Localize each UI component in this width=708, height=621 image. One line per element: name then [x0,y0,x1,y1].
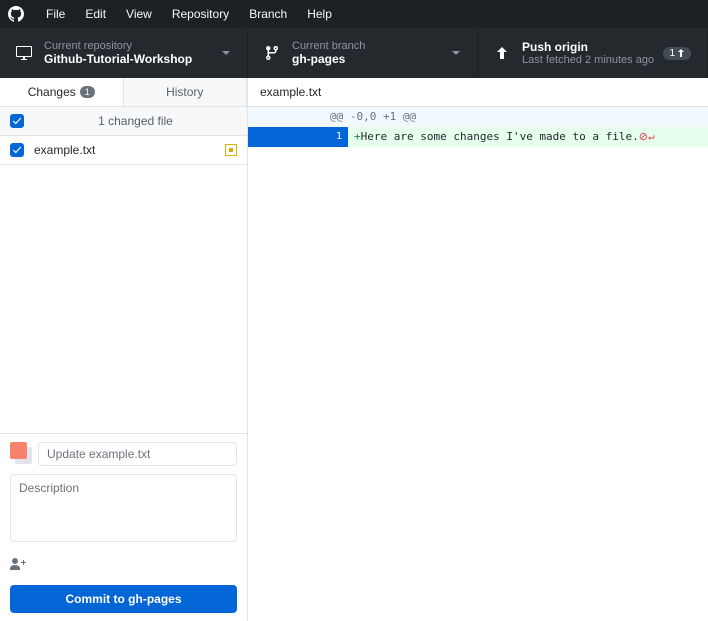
changed-files-summary: 1 changed file [34,114,237,128]
tab-changes[interactable]: Changes 1 [0,78,124,106]
menu-file[interactable]: File [36,7,75,21]
git-branch-icon [264,45,280,61]
file-checkbox[interactable] [10,143,24,157]
branch-label: Current branch [292,40,365,52]
push-label: Push origin [522,40,654,54]
commit-description-input[interactable] [10,474,237,542]
toolbar: Current repository Github-Tutorial-Works… [0,28,708,78]
desktop-icon [16,45,32,61]
tab-changes-label: Changes [28,85,76,99]
menu-edit[interactable]: Edit [75,7,116,21]
commit-button[interactable]: Commit to gh-pages [10,585,237,613]
return-icon: ↵ [648,130,655,143]
diff-sign: + [354,130,361,143]
menu-branch[interactable]: Branch [239,7,297,21]
arrow-up-small-icon [677,49,685,57]
check-icon [12,145,22,155]
caret-down-icon [451,48,461,58]
menu-help[interactable]: Help [297,7,342,21]
arrow-up-icon [494,45,510,61]
menu-view[interactable]: View [116,7,162,21]
changed-files-header: 1 changed file [0,107,247,136]
push-origin-button[interactable]: Push origin Last fetched 2 minutes ago 1 [478,28,708,78]
current-repository-dropdown[interactable]: Current repository Github-Tutorial-Works… [0,28,248,78]
repo-name: Github-Tutorial-Workshop [44,52,192,66]
menu-bar: File Edit View Repository Branch Help [0,0,708,28]
diff-line-added[interactable]: 1 +Here are some changes I've made to a … [248,127,708,147]
diff-body: @@ -0,0 +1 @@ 1 +Here are some changes I… [248,107,708,621]
diff-text: Here are some changes I've made to a fil… [361,130,639,143]
diff-pane: example.txt @@ -0,0 +1 @@ 1 +Here are so… [248,78,708,621]
sidebar-tabs: Changes 1 History [0,78,247,107]
github-logo-icon [8,6,24,22]
select-all-checkbox[interactable] [10,114,24,128]
repo-label: Current repository [44,40,192,52]
files-list: example.txt [0,136,247,433]
file-item[interactable]: example.txt [0,136,247,165]
no-newline-icon: ⊘ [639,131,648,143]
branch-name: gh-pages [292,52,365,66]
push-count-badge: 1 [663,47,691,60]
tab-history-label: History [166,85,203,99]
check-icon [12,116,22,126]
caret-down-icon [221,48,231,58]
commit-summary-input[interactable] [38,442,237,466]
modified-icon [225,144,237,156]
line-number-new: 1 [298,127,348,147]
current-branch-dropdown[interactable]: Current branch gh-pages [248,28,478,78]
diff-hunk-header: @@ -0,0 +1 @@ [248,107,708,127]
diff-filename: example.txt [248,78,708,107]
push-sub: Last fetched 2 minutes ago [522,54,654,66]
add-coauthor-button[interactable] [10,553,237,577]
sidebar: Changes 1 History 1 changed file example… [0,78,248,621]
commit-form: Commit to gh-pages [0,433,247,621]
person-add-icon [10,557,26,573]
changes-count-badge: 1 [80,86,95,98]
menu-repository[interactable]: Repository [162,7,239,21]
avatar [10,442,32,464]
file-name: example.txt [34,143,225,157]
tab-history[interactable]: History [124,78,248,106]
